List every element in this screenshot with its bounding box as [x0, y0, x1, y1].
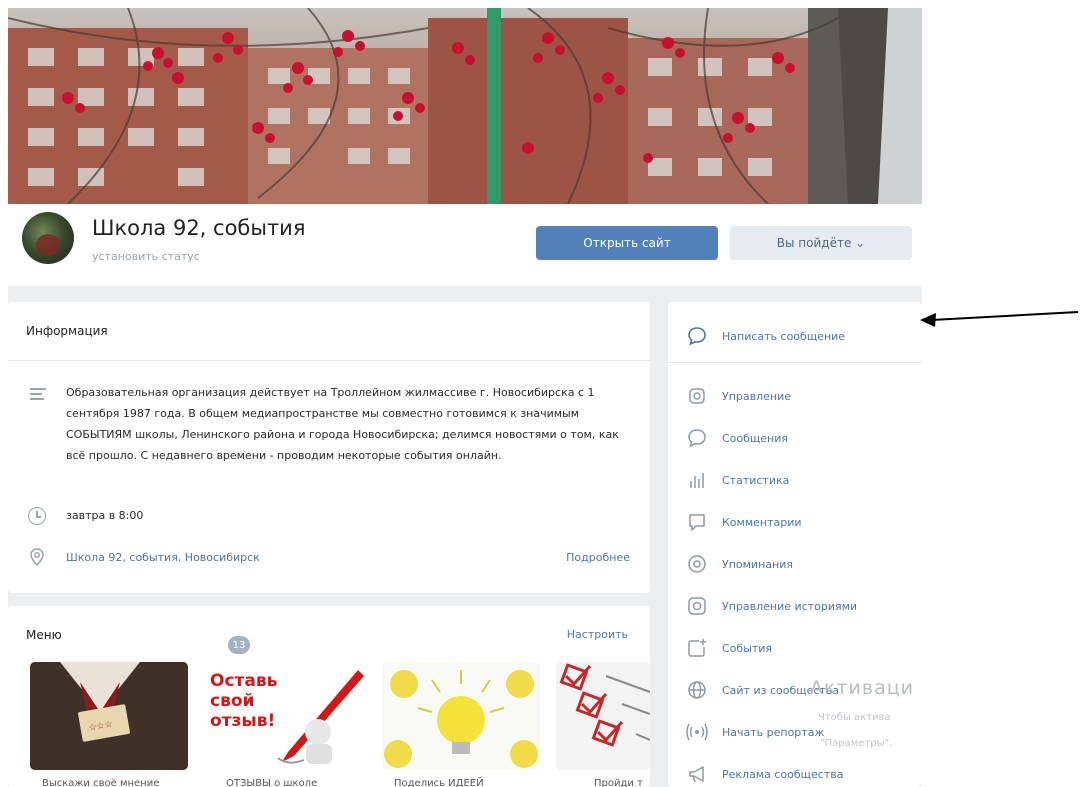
gear-icon — [686, 385, 708, 407]
poster-text-line3: отзыв! — [210, 711, 275, 731]
sidebar-item-label: Упоминания — [722, 557, 793, 571]
sidebar-item-broadcast[interactable]: Начать репортаж — [686, 720, 824, 744]
sidebar-item-mentions[interactable]: Упоминания — [686, 552, 793, 576]
page-title: Школа 92, события — [92, 216, 306, 240]
menu-item-reviews[interactable]: Оставь свой отзыв! — [208, 662, 366, 770]
calendar-plus-icon — [686, 637, 708, 659]
menu-label-idea[interactable]: Поделись ИДЕЕЙ — [394, 778, 484, 787]
more-link[interactable]: Подробнее — [566, 551, 630, 564]
speech-bubble-icon — [686, 427, 708, 449]
write-message-label: Написать сообщение — [722, 329, 846, 343]
events-count-badge: 13 — [228, 636, 250, 654]
location-pin-icon — [30, 548, 44, 566]
group-description: Образовательная организация действует на… — [66, 386, 619, 462]
sidebar-item-label: Сообщения — [722, 431, 789, 445]
activation-watermark-line: "Параметры". — [820, 738, 893, 749]
avatar[interactable] — [22, 212, 74, 264]
description-icon — [30, 388, 46, 402]
poster-text-line1: Оставь — [210, 671, 277, 691]
set-status-link[interactable]: установить статус — [92, 250, 200, 263]
menu-item-idea[interactable] — [382, 662, 540, 770]
sidebar-item-label: Статистика — [722, 473, 790, 487]
sidebar-item-comments[interactable]: Комментарии — [686, 510, 802, 534]
write-message-button[interactable]: Написать сообщение — [686, 324, 845, 348]
group-header: Школа 92, события установить статус Откр… — [8, 204, 922, 286]
divider — [8, 360, 650, 361]
activation-watermark-title: Активаци — [810, 677, 915, 699]
comment-icon — [686, 511, 708, 533]
menu-label-test[interactable]: Пройди т — [594, 778, 643, 787]
sidebar-item-ads[interactable]: Реклама сообщества — [686, 762, 843, 786]
divider — [668, 362, 922, 363]
menu-item-test[interactable] — [556, 662, 650, 770]
annotation-arrow-icon — [920, 311, 1079, 327]
cover-image — [8, 8, 922, 204]
sidebar-item-events[interactable]: События — [686, 636, 772, 660]
going-dropdown-button[interactable]: Вы пойдёте ⌄ — [730, 226, 912, 260]
bar-chart-icon — [686, 469, 708, 491]
menu-label-reviews[interactable]: ОТЗЫВЫ о школе — [226, 778, 317, 787]
stories-icon — [686, 595, 708, 617]
clock-icon — [28, 507, 46, 525]
broadcast-icon — [686, 721, 708, 743]
sidebar-item-label: Комментарии — [722, 515, 802, 529]
sidebar-item-label: Начать репортаж — [722, 725, 825, 739]
menu-setup-link[interactable]: Настроить — [567, 628, 628, 641]
menu-card: Меню Настроить ☆☆☆ Оставь свой отзыв! Вы… — [8, 606, 650, 787]
location-link[interactable]: Школа 92, события, Новосибирск — [66, 551, 260, 564]
menu-label-opinion[interactable]: Выскажи своё мнение — [42, 778, 159, 787]
sidebar-item-stories[interactable]: Управление историями — [686, 594, 857, 618]
globe-icon — [686, 679, 708, 701]
info-title: Информация — [26, 324, 108, 338]
sidebar-item-label: События — [722, 641, 773, 655]
open-site-button[interactable]: Открыть сайт — [536, 226, 718, 260]
poster-text-line2: свой — [210, 691, 254, 711]
info-card: Информация Образовательная организация д… — [8, 302, 650, 593]
sidebar-item-management[interactable]: Управление — [686, 384, 791, 408]
activation-watermark-line: Чтобы актива — [818, 712, 891, 723]
at-icon — [686, 553, 708, 575]
message-bubble-icon — [686, 325, 708, 347]
vk-community-page: Школа 92, события установить статус Откр… — [8, 8, 922, 787]
sidebar-item-statistics[interactable]: Статистика — [686, 468, 789, 492]
menu-title: Меню — [26, 628, 62, 642]
menu-item-opinion[interactable]: ☆☆☆ — [30, 662, 188, 770]
megaphone-icon — [686, 763, 708, 785]
event-time: завтра в 8:00 — [66, 509, 144, 522]
sidebar-item-label: Управление — [722, 389, 792, 403]
sidebar-item-label: Реклама сообщества — [722, 767, 844, 781]
sidebar-item-messages[interactable]: Сообщения — [686, 426, 788, 450]
sidebar-item-label: Управление историями — [722, 599, 858, 613]
